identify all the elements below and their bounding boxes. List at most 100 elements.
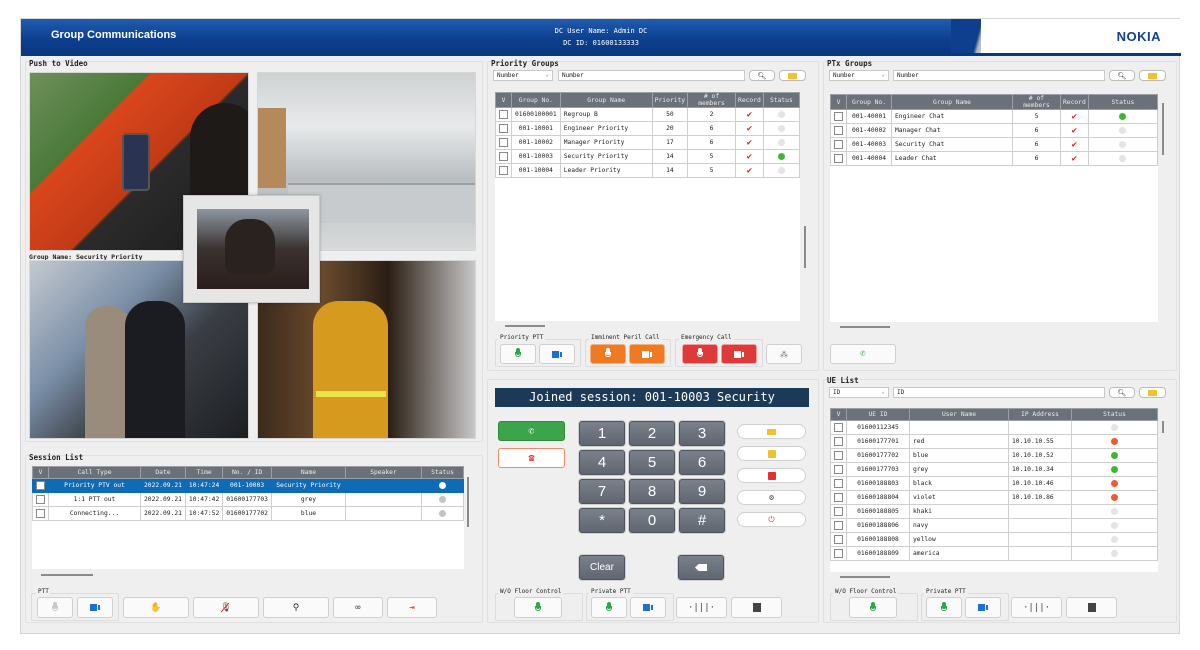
session-list-vscroll[interactable] [467,477,469,527]
ue-search-button[interactable]: 🔍︎ [1109,387,1135,398]
row-checkbox[interactable] [834,451,843,460]
emergency-video-button[interactable] [721,344,757,364]
row-checkbox[interactable] [834,423,843,432]
key-3[interactable]: 3 [679,421,725,446]
table-row[interactable]: 001-40002 Manager Chat 6 ✔ [830,123,1159,138]
table-row[interactable]: 001-40004 Leader Chat 6 ✔ [830,151,1159,166]
priority-groups-hscroll[interactable] [505,325,545,327]
row-checkbox[interactable] [834,154,843,163]
priority-search-input[interactable]: Number [558,70,745,81]
row-checkbox[interactable] [834,126,843,135]
row-checkbox[interactable] [36,509,45,518]
row-checkbox[interactable] [834,140,843,149]
col-v[interactable]: V [32,466,49,479]
col-v[interactable]: V [495,92,512,108]
table-row[interactable]: Connecting... 2022.09.21 10:47:52 016001… [32,506,465,521]
settings-button[interactable]: ⚙ [737,490,806,505]
col-speaker[interactable]: Speaker [344,466,422,479]
ptx-filter-select[interactable]: Number ⌄ [829,70,889,81]
ue-search-input[interactable]: ID [893,387,1105,398]
wo-floor-mic-button[interactable] [514,597,562,618]
ue-remote-video-button[interactable] [1066,597,1117,618]
ue-list-hscroll[interactable] [840,576,890,578]
ptx-groups-vscroll[interactable] [1162,103,1164,155]
table-row[interactable]: 001-10003 Security Priority 14 5 ✔ [495,149,801,164]
col-v[interactable]: V [830,408,847,421]
ue-wo-floor-mic-button[interactable] [849,597,897,618]
table-row[interactable]: 001-10001 Engineer Priority 20 6 ✔ [495,121,801,136]
power-button[interactable]: ⏻ [737,512,806,527]
priority-search-button[interactable]: 🔍︎ [749,70,775,81]
key-7[interactable]: 7 [579,479,625,504]
emergency-message-button[interactable] [737,468,806,483]
col-call-type[interactable]: Call Type [48,466,141,479]
col-members[interactable]: # of members [687,92,737,108]
key-backspace[interactable] [678,555,724,580]
priority-groups-vscroll[interactable] [804,226,806,268]
table-row[interactable]: 01600100001 Regroup B 50 2 ✔ [495,107,801,122]
row-checkbox[interactable] [499,124,508,133]
ue-filter-select[interactable]: ID ⌄ [829,387,889,398]
table-row[interactable]: 01600188805 khaki [830,504,1158,519]
ue-message-button[interactable] [1139,387,1166,398]
ue-private-ptt-video-button[interactable] [965,597,1001,618]
table-row[interactable]: 1:1 PTT out 2022.09.21 10:47:42 01600177… [32,492,465,507]
col-group-no[interactable]: Group No. [511,92,561,108]
table-row[interactable]: 01600188808 yellow [830,532,1158,547]
speaker-priority-button[interactable]: ⚲ [263,597,329,618]
col-group-no[interactable]: Group No. [846,94,892,110]
table-row[interactable]: 01600188806 navy [830,518,1158,533]
key-2[interactable]: 2 [629,421,675,446]
row-checkbox[interactable] [834,479,843,488]
priority-ptt-video-button[interactable] [539,344,575,364]
key-clear[interactable]: Clear [579,555,625,580]
row-checkbox[interactable] [834,507,843,516]
col-status[interactable]: Status [762,92,801,108]
ptx-message-button[interactable] [1139,70,1166,81]
table-row[interactable]: 001-10004 Leader Priority 14 5 ✔ [495,163,801,178]
key-8[interactable]: 8 [629,479,675,504]
table-row[interactable]: 01600188803 black 10.10.10.46 [830,476,1158,491]
ue-ambient-listening-button[interactable]: ·|||· [1011,597,1062,618]
col-members[interactable]: # of members [1012,94,1061,110]
message-inbox-button[interactable] [737,446,806,461]
row-checkbox[interactable] [499,152,508,161]
row-checkbox[interactable] [499,166,508,175]
col-status[interactable]: Status [420,466,465,479]
ptx-search-input[interactable]: Number [893,70,1105,81]
ptt-video-button[interactable] [77,597,113,618]
col-priority[interactable]: Priority [651,92,689,108]
ptx-groups-hscroll[interactable] [840,326,890,328]
col-v[interactable]: V [830,94,847,110]
row-checkbox[interactable] [834,535,843,544]
table-row[interactable]: 01600188809 america [830,546,1158,561]
mute-mic-button[interactable]: 🎙 [193,597,259,618]
key-4[interactable]: 4 [579,450,625,475]
row-checkbox[interactable] [36,481,45,490]
link-session-button[interactable]: ∞ [333,597,383,618]
table-row[interactable]: 01600112345 [830,420,1158,435]
ptt-voice-button[interactable] [37,597,73,618]
col-time[interactable]: Time [184,466,224,479]
row-checkbox[interactable] [499,138,508,147]
ptx-search-button[interactable]: 🔍︎ [1109,70,1135,81]
table-row[interactable]: 01600177701 red 10.10.10.55 [830,434,1158,449]
message-button[interactable] [737,424,806,439]
imminent-peril-video-button[interactable] [629,344,665,364]
table-row[interactable]: 01600177703 grey 10.10.10.34 [830,462,1158,477]
table-row[interactable]: 001-10002 Manager Priority 17 6 ✔ [495,135,801,150]
col-status[interactable]: Status [1087,94,1159,110]
col-record[interactable]: Record [735,92,764,108]
col-group-name[interactable]: Group Name [891,94,1013,110]
priority-ptt-voice-button[interactable] [500,344,536,364]
col-ue-id[interactable]: UE ID [846,408,910,421]
priority-message-button[interactable] [779,70,806,81]
ptx-call-button[interactable]: ✆ [830,344,896,364]
col-record[interactable]: Record [1060,94,1089,110]
key-star[interactable]: * [579,508,625,533]
col-status[interactable]: Status [1071,408,1158,421]
key-hash[interactable]: # [679,508,725,533]
col-date[interactable]: Date [140,466,186,479]
key-1[interactable]: 1 [579,421,625,446]
row-checkbox[interactable] [499,110,508,119]
